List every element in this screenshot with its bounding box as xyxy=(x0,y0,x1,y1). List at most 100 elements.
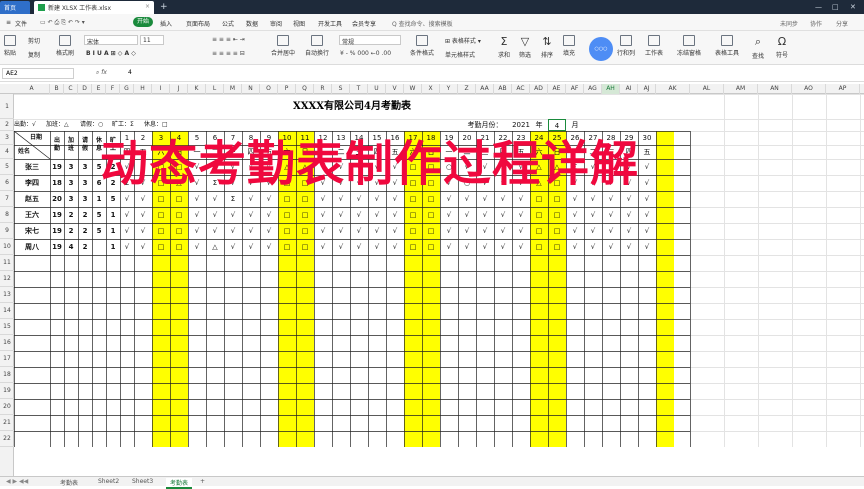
attendance-mark[interactable]: √ xyxy=(224,207,242,223)
menu-insert[interactable]: 插入 xyxy=(160,19,172,28)
attendance-mark[interactable]: √ xyxy=(512,239,530,255)
menu-start[interactable]: 开始 xyxy=(133,17,153,27)
quick-access-icons[interactable]: ▭ ↶ ⎙ ⎘ ↶ ↷ ▾ xyxy=(40,19,85,27)
attendance-mark[interactable]: √ xyxy=(638,175,656,191)
column-header-u[interactable]: U xyxy=(368,84,386,94)
attendance-mark[interactable]: □ xyxy=(404,239,422,255)
column-header-n[interactable]: N xyxy=(242,84,260,94)
menu-review[interactable]: 审阅 xyxy=(270,19,282,28)
column-header-y[interactable]: Y xyxy=(440,84,458,94)
attendance-mark[interactable]: □ xyxy=(170,239,188,255)
attendance-mark[interactable]: √ xyxy=(440,223,458,239)
fill-button[interactable]: 填充 xyxy=(563,35,575,57)
attendance-mark[interactable]: √ xyxy=(476,239,494,255)
column-header-w[interactable]: W xyxy=(404,84,422,94)
font-select[interactable]: 宋体 xyxy=(84,35,138,46)
row-header-22[interactable]: 22 xyxy=(0,431,14,447)
attendance-mark[interactable]: □ xyxy=(422,239,440,255)
column-header-t[interactable]: T xyxy=(350,84,368,94)
table-style-button[interactable]: ⊞ 表格样式 ▾ xyxy=(445,36,481,45)
attendance-mark[interactable]: √ xyxy=(350,239,368,255)
attendance-mark[interactable]: √ xyxy=(566,239,584,255)
column-header-al[interactable]: AL xyxy=(690,84,724,94)
row-header-14[interactable]: 14 xyxy=(0,303,14,319)
attendance-mark[interactable]: √ xyxy=(368,207,386,223)
freeze-panes-button[interactable]: 冻结窗格 xyxy=(677,35,701,57)
attendance-mark[interactable]: √ xyxy=(368,239,386,255)
column-header-a[interactable]: A xyxy=(14,84,50,94)
column-header-s[interactable]: S xyxy=(332,84,350,94)
attendance-mark[interactable]: √ xyxy=(602,207,620,223)
attendance-mark[interactable]: √ xyxy=(350,223,368,239)
column-header-o[interactable]: O xyxy=(260,84,278,94)
attendance-mark[interactable]: √ xyxy=(440,207,458,223)
attendance-mark[interactable]: □ xyxy=(152,239,170,255)
attendance-mark[interactable]: □ xyxy=(548,207,566,223)
attendance-mark[interactable]: √ xyxy=(224,239,242,255)
attendance-mark[interactable]: √ xyxy=(638,239,656,255)
format-buttons[interactable]: B I U A ⊞ ◇ A ◇ xyxy=(86,50,136,57)
attendance-mark[interactable]: √ xyxy=(494,239,512,255)
attendance-mark[interactable]: √ xyxy=(314,239,332,255)
column-header-b[interactable]: B xyxy=(50,84,64,94)
collaborate-button[interactable]: 协作 xyxy=(810,19,822,28)
column-header-f[interactable]: F xyxy=(106,84,120,94)
column-header-v[interactable]: V xyxy=(386,84,404,94)
column-header-q[interactable]: Q xyxy=(296,84,314,94)
attendance-mark[interactable]: √ xyxy=(120,239,134,255)
attendance-mark[interactable]: □ xyxy=(404,223,422,239)
row-header-18[interactable]: 18 xyxy=(0,367,14,383)
attendance-mark[interactable]: √ xyxy=(458,207,476,223)
wrap-text-button[interactable]: 自动换行 xyxy=(305,35,329,57)
close-window-icon[interactable]: ✕ xyxy=(850,3,856,11)
attendance-mark[interactable]: √ xyxy=(314,223,332,239)
column-header-p[interactable]: P xyxy=(278,84,296,94)
sort-button[interactable]: ⇅ 排序 xyxy=(541,35,553,59)
sheet-nav-arrows[interactable]: ◀ ▶ ◀◀ xyxy=(6,478,28,485)
menu-file[interactable]: 文件 xyxy=(15,19,27,28)
column-header-g[interactable]: G xyxy=(120,84,134,94)
attendance-mark[interactable]: √ xyxy=(120,207,134,223)
column-header-i[interactable]: I xyxy=(152,84,170,94)
column-header-ah[interactable]: AH xyxy=(602,84,620,94)
attendance-mark[interactable]: □ xyxy=(152,207,170,223)
find-button[interactable]: ⌕ 查找 xyxy=(752,35,764,60)
attendance-mark[interactable]: √ xyxy=(368,223,386,239)
attendance-mark[interactable]: √ xyxy=(476,223,494,239)
sum-button[interactable]: Σ 求和 xyxy=(498,35,510,59)
attendance-mark[interactable]: √ xyxy=(638,191,656,207)
attendance-mark[interactable]: √ xyxy=(584,239,602,255)
align-buttons[interactable]: ≡ ≡ ≡ ⇤ ⇥ xyxy=(212,36,245,43)
row-header-6[interactable]: 6 xyxy=(0,175,14,191)
attendance-mark[interactable]: □ xyxy=(170,223,188,239)
paste-button[interactable]: 粘贴 xyxy=(4,35,16,57)
row-header-13[interactable]: 13 xyxy=(0,287,14,303)
attendance-mark[interactable]: □ xyxy=(296,223,314,239)
attendance-mark[interactable]: □ xyxy=(278,223,296,239)
column-header-ak[interactable]: AK xyxy=(656,84,690,94)
attendance-mark[interactable]: √ xyxy=(206,223,224,239)
attendance-mark[interactable]: □ xyxy=(296,239,314,255)
column-header-ai[interactable]: AI xyxy=(620,84,638,94)
column-header-h[interactable]: H xyxy=(134,84,152,94)
attendance-mark[interactable]: √ xyxy=(476,207,494,223)
attendance-mark[interactable]: √ xyxy=(494,207,512,223)
attendance-mark[interactable]: √ xyxy=(188,207,206,223)
share-button[interactable]: 分享 xyxy=(836,19,848,28)
attendance-mark[interactable]: √ xyxy=(602,239,620,255)
row-header-4[interactable]: 4 xyxy=(0,145,14,159)
attendance-mark[interactable]: √ xyxy=(260,239,278,255)
row-header-9[interactable]: 9 xyxy=(0,223,14,239)
attendance-mark[interactable]: √ xyxy=(440,239,458,255)
column-header-c[interactable]: C xyxy=(64,84,78,94)
menu-data[interactable]: 数据 xyxy=(246,19,258,28)
attendance-mark[interactable]: √ xyxy=(332,239,350,255)
attendance-mark[interactable]: △ xyxy=(206,239,224,255)
row-header-8[interactable]: 8 xyxy=(0,207,14,223)
column-header-ap[interactable]: AP xyxy=(826,84,860,94)
attendance-mark[interactable]: √ xyxy=(584,207,602,223)
attendance-mark[interactable]: √ xyxy=(566,207,584,223)
attendance-mark[interactable]: √ xyxy=(584,223,602,239)
row-header-12[interactable]: 12 xyxy=(0,271,14,287)
row-header-10[interactable]: 10 xyxy=(0,239,14,255)
